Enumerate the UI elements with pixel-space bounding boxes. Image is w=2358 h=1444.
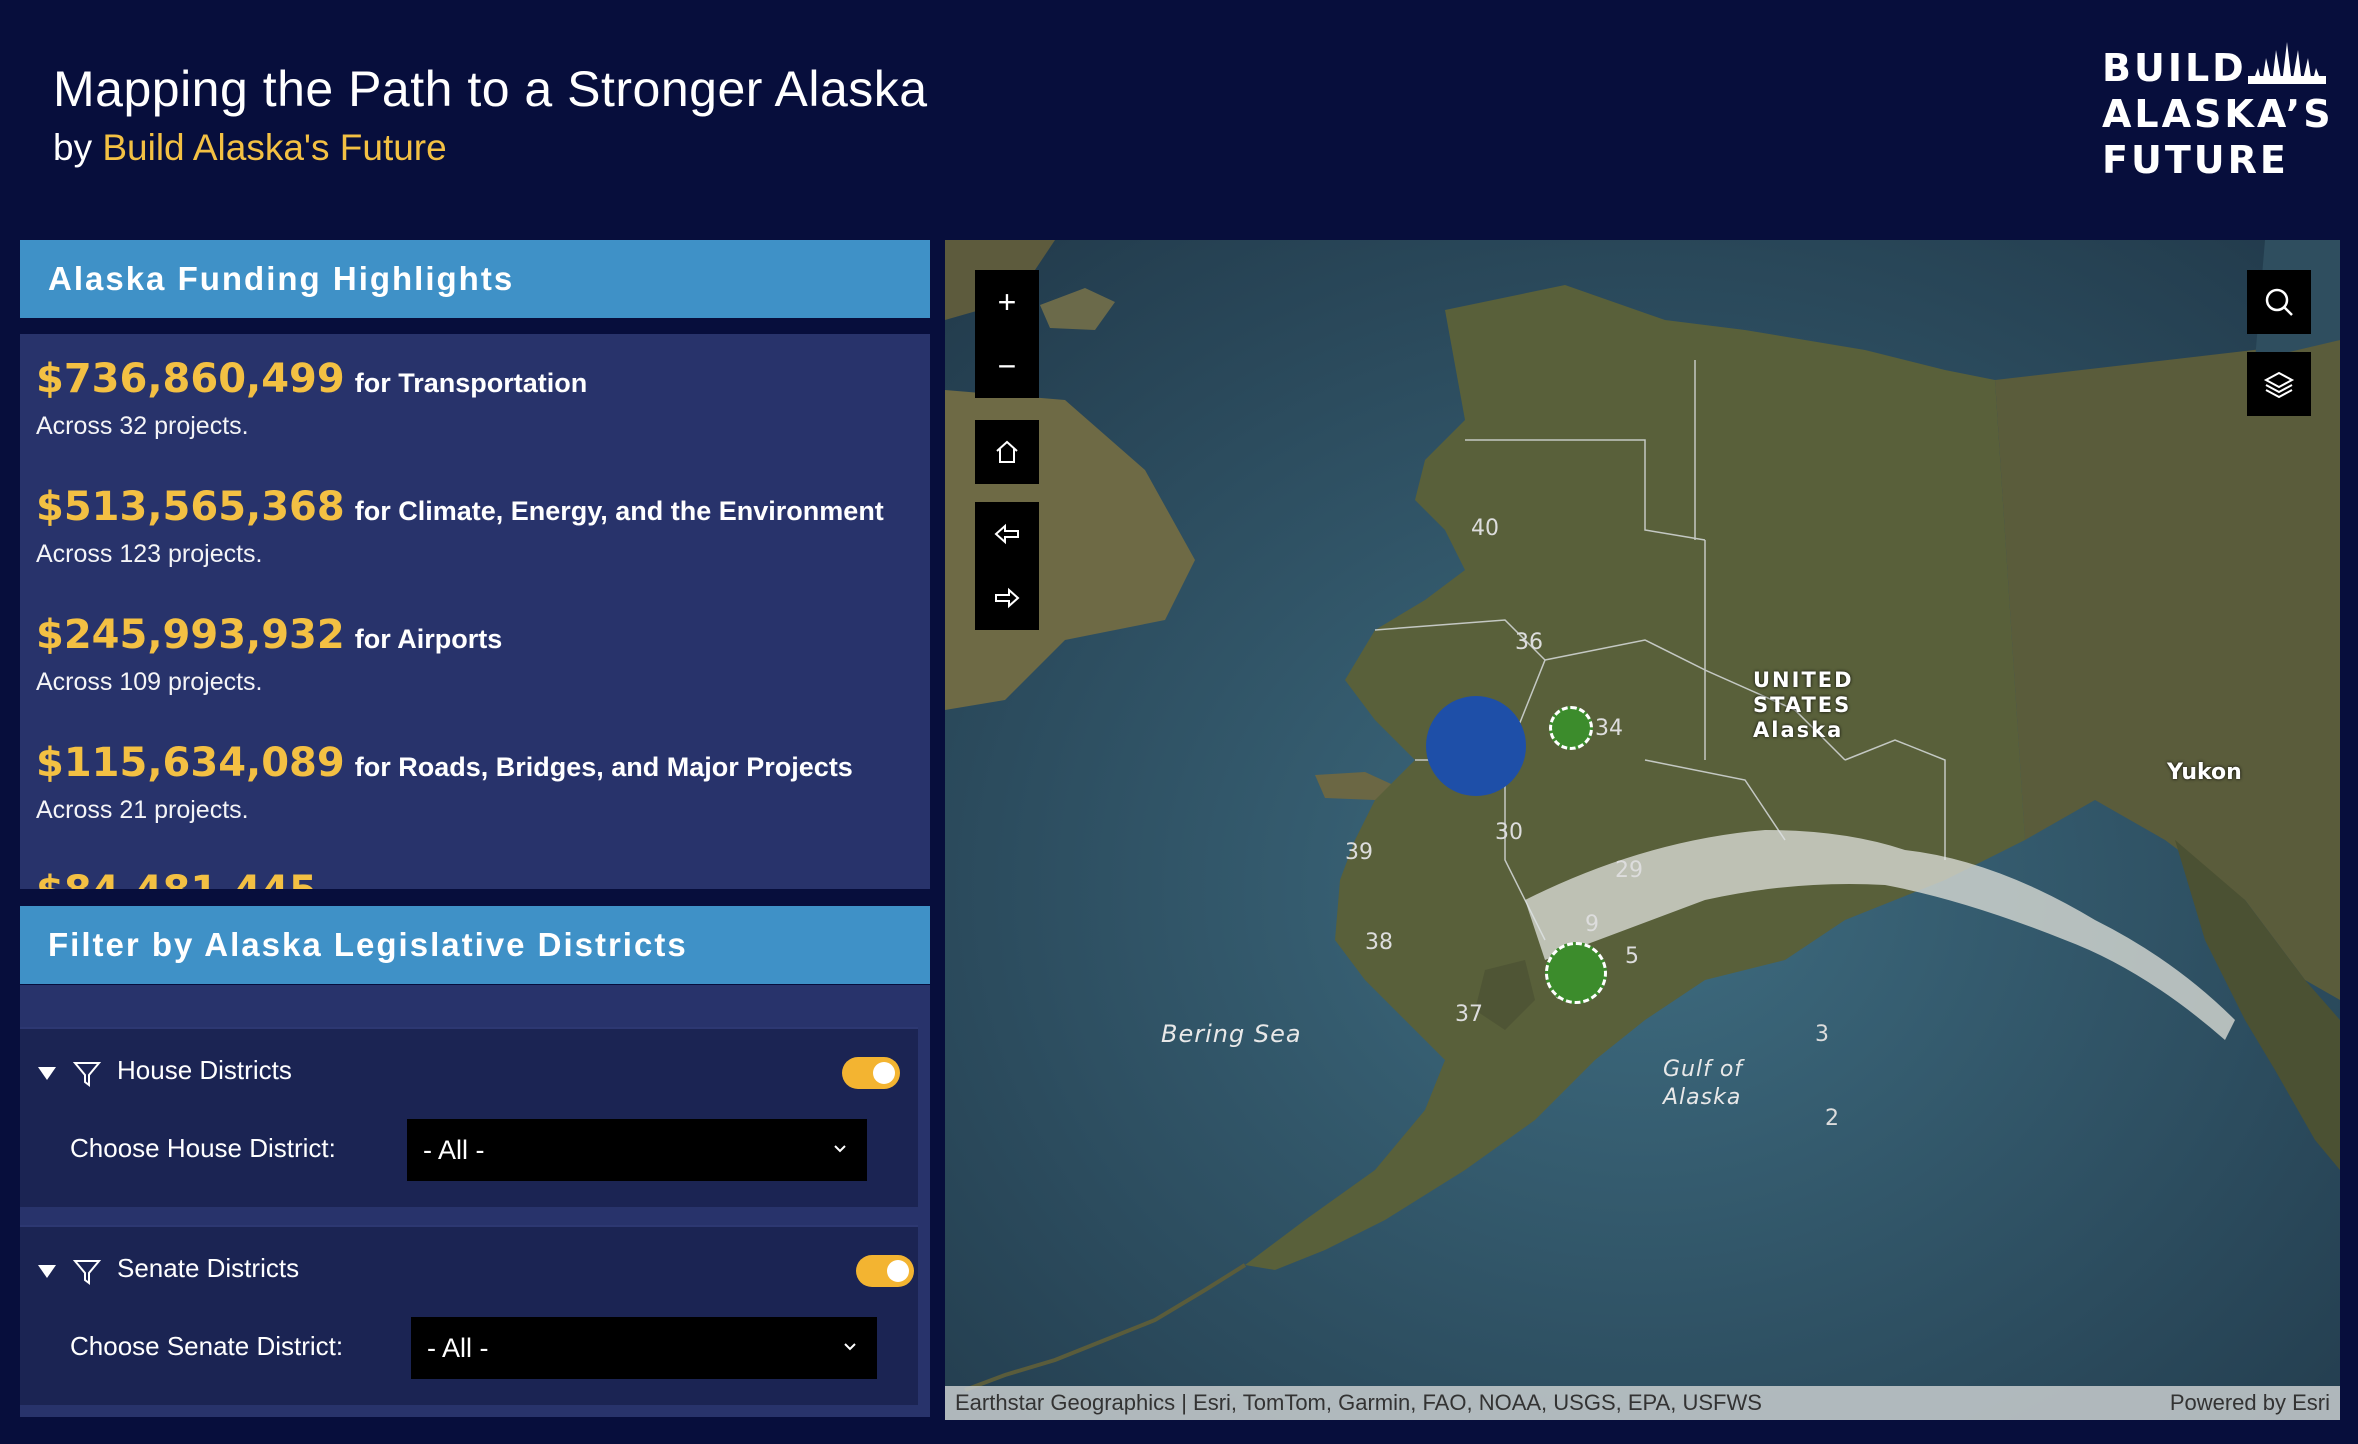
zoom-in-icon: + [997,283,1017,320]
house-districts-filter: House Districts Choose House District: -… [20,1027,918,1207]
layers-button[interactable] [2247,352,2311,416]
highlight-amount: $84,481,445 [36,868,317,889]
logo-line-3: FUTURE [2102,138,2289,182]
highlights-panel[interactable]: $736,860,499 for Transportation Across 32… [20,334,930,889]
zoom-in-button[interactable]: + [975,270,1039,334]
yukon-label: Yukon [2167,760,2242,785]
search-button[interactable] [2247,270,2311,334]
state-label: Alaska [1753,718,1844,742]
filters-header: Filter by Alaska Legislative Districts [20,906,930,984]
previous-extent-button[interactable] [975,502,1039,566]
arrow-left-icon [994,523,1019,545]
district-label: 39 [1345,840,1373,865]
highlight-category: for Climate, Energy, and the Environment [354,496,884,526]
home-icon [996,440,1018,463]
country-label-line: UNITED [1753,668,1854,692]
map-view[interactable]: 40 36 31 34 30 29 39 38 37 9 7 6 5 3 2 U… [945,240,2340,1420]
map-attribution: Earthstar Geographics | Esri, TomTom, Ga… [945,1386,2340,1420]
zoom-out-icon: − [997,347,1017,384]
funnel-icon [72,1260,102,1285]
district-label: 34 [1595,716,1623,741]
district-label: 30 [1495,820,1523,845]
collapse-triangle-icon[interactable] [38,1265,56,1278]
district-label: 37 [1455,1002,1483,1027]
zoom-out-button[interactable]: − [975,334,1039,398]
gulf-label-line: Gulf of [1663,1057,1744,1082]
highlight-category: for Roads, Bridges, and Major Projects [354,752,853,782]
powered-by-esri[interactable]: Powered by Esri [2170,1390,2330,1416]
attribution-text: Earthstar Geographics | Esri, TomTom, Ga… [955,1390,1762,1415]
highlight-item: $115,634,089 for Roads, Bridges, and Majo… [36,740,853,825]
gulf-label: Gulf of Alaska [1663,1056,1743,1112]
senate-district-select[interactable]: - All - [411,1317,877,1379]
chevron-down-icon [844,1343,856,1351]
district-label: 2 [1825,1106,1839,1131]
filters-panel: House Districts Choose House District: -… [20,985,930,1417]
arrow-right-icon [995,587,1020,609]
layers-icon [2263,371,2295,399]
cluster-marker[interactable] [1545,942,1607,1004]
senate-districts-title: Senate Districts [117,1253,300,1283]
district-label: 40 [1471,516,1499,541]
house-districts-title: House Districts [117,1055,292,1085]
toggle-knob [887,1260,909,1282]
district-label: 36 [1515,630,1543,655]
collapse-triangle-icon[interactable] [38,1067,56,1080]
bering-sea-label: Bering Sea [1161,1020,1302,1048]
logo-line-1: BUILD [2102,46,2247,90]
funnel-icon [72,1062,102,1087]
highlight-amount: $513,565,368 [36,484,345,530]
highlight-item: $736,860,499 for Transportation Across 32… [36,356,587,441]
next-extent-button[interactable] [975,566,1039,630]
org-link[interactable]: Build Alaska's Future [102,127,446,168]
highlight-projects: Across 32 projects. [36,412,249,440]
senate-district-label: Choose Senate District: [70,1331,344,1361]
gulf-label-line: Alaska [1663,1085,1742,1110]
highlight-amount: $245,993,932 [36,612,345,658]
search-icon [2265,288,2293,316]
toggle-knob [873,1062,895,1084]
highlight-projects: Across 21 projects. [36,796,249,824]
senate-districts-filter: Senate Districts Choose Senate District:… [20,1225,918,1405]
highlights-header: Alaska Funding Highlights [20,240,930,318]
byline: by Build Alaska's Future [53,127,447,169]
highlight-projects: Across 123 projects. [36,540,263,568]
selected-feature-marker[interactable] [1426,696,1526,796]
house-district-value: - All - [423,1134,485,1165]
highlight-amount: $115,634,089 [36,740,345,786]
page-title: Mapping the Path to a Stronger Alaska [53,61,928,117]
chevron-down-icon [834,1145,846,1153]
page-header: Mapping the Path to a Stronger Alaska by… [0,0,2358,236]
map-basemap [945,240,2340,1420]
byline-prefix: by [53,127,93,168]
district-label: 9 [1585,912,1599,937]
house-district-label: Choose House District: [70,1133,336,1163]
country-label-line: STATES [1753,693,1852,717]
highlight-item: $245,993,932 for Airports Across 109 proj… [36,612,502,697]
highlight-category: for Airports [354,624,503,654]
brand-logo: BUILD ALASKA’S FUTURE [2102,42,2334,186]
district-label: 5 [1625,944,1639,969]
district-label: 29 [1615,858,1643,883]
highlight-amount: $736,860,499 [36,356,345,402]
logo-line-2: ALASKA’S [2102,92,2334,136]
senate-districts-toggle[interactable] [856,1255,914,1287]
home-button[interactable] [975,420,1039,484]
district-label: 3 [1815,1022,1829,1047]
highlight-category: for Transportation [354,368,588,398]
highlight-projects: Across 109 projects. [36,668,263,696]
cluster-marker[interactable] [1549,706,1593,750]
house-district-select[interactable]: - All - [407,1119,867,1181]
highlight-item: $84,481,445 [36,868,317,889]
district-label: 38 [1365,930,1393,955]
country-label: UNITED STATES Alaska [1753,668,1854,743]
highlight-item: $513,565,368 for Climate, Energy, and the… [36,484,884,569]
sunburst-icon [2248,42,2326,84]
senate-district-value: - All - [427,1332,489,1363]
house-districts-toggle[interactable] [842,1057,900,1089]
